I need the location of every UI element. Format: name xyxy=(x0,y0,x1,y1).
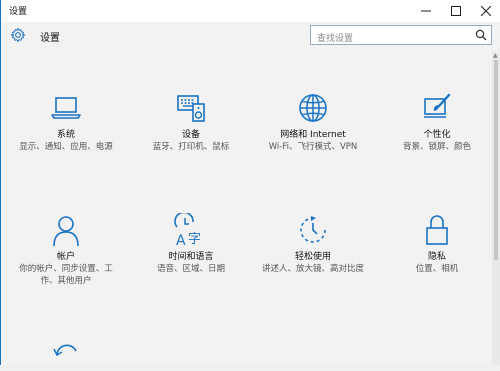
minimize-button[interactable] xyxy=(411,0,441,22)
tile-desc: 讲述人、放大镜、高对比度 xyxy=(262,264,365,274)
search-box[interactable] xyxy=(310,25,492,48)
gear-icon xyxy=(10,27,26,43)
ease-of-access-icon xyxy=(300,216,327,243)
settings-window: 设置 设置 系统 xyxy=(0,0,500,365)
tile-ease-of-access[interactable]: 轻松使用 讲述人、放大镜、高对比度 xyxy=(258,211,368,275)
globe-icon xyxy=(299,94,327,122)
tile-name: 网络和 Internet xyxy=(280,130,346,140)
tile-desc: 语音、区域、日期 xyxy=(156,264,225,274)
search-icon[interactable] xyxy=(475,29,487,41)
svg-text:字: 字 xyxy=(188,232,201,247)
tile-desc: 蓝牙、打印机、鼠标 xyxy=(152,142,230,152)
close-icon xyxy=(481,6,491,16)
tile-desc: 你的帐户、同步设置、工作、其他用户 xyxy=(19,264,113,286)
tile-desc: 显示、通知、应用、电源 xyxy=(19,142,113,152)
tile-desc: 背景、锁屏、颜色 xyxy=(402,142,471,152)
person-icon xyxy=(53,216,79,247)
tile-desc: Wi-Fi、飞行模式、VPN xyxy=(268,142,358,152)
lock-icon xyxy=(426,215,448,245)
maximize-button[interactable] xyxy=(441,0,471,22)
minimize-icon xyxy=(421,10,431,12)
settings-header: 设置 xyxy=(1,22,500,52)
tile-name: 时间和语言 xyxy=(168,252,214,262)
tile-name: 轻松使用 xyxy=(294,252,331,262)
page-title: 设置 xyxy=(40,33,60,44)
tile-name: 设备 xyxy=(181,130,200,140)
svg-text:A: A xyxy=(176,233,186,247)
tile-name: 系统 xyxy=(56,130,75,140)
tile-name: 个性化 xyxy=(423,130,451,140)
devices-icon xyxy=(177,95,205,122)
scrollbar-thumb[interactable] xyxy=(494,60,498,260)
paint-icon xyxy=(424,93,451,118)
tile-accounts[interactable]: 帐户 你的帐户、同步设置、工作、其他用户 xyxy=(11,211,121,287)
title-bar: 设置 xyxy=(1,0,500,22)
tile-time-language[interactable]: A 字 时间和语言 语音、区域、日期 xyxy=(136,211,246,275)
tile-name: 帐户 xyxy=(56,252,75,262)
maximize-icon xyxy=(451,6,461,16)
tile-update-security[interactable] xyxy=(11,333,121,371)
tile-desc: 位置、相机 xyxy=(415,264,459,274)
laptop-icon xyxy=(51,97,81,119)
time-language-icon: A 字 xyxy=(174,213,201,247)
window-title: 设置 xyxy=(9,7,28,17)
search-input[interactable] xyxy=(311,30,467,48)
tile-devices[interactable]: 设备 蓝牙、打印机、鼠标 xyxy=(136,89,246,153)
tile-system[interactable]: 系统 显示、通知、应用、电源 xyxy=(11,89,121,153)
tile-personalization[interactable]: 个性化 背景、锁屏、颜色 xyxy=(382,89,492,153)
scroll-up-icon[interactable]: ▲ xyxy=(493,52,498,59)
tile-network[interactable]: 网络和 Internet Wi-Fi、飞行模式、VPN xyxy=(258,89,368,153)
close-button[interactable] xyxy=(471,0,500,22)
vertical-scrollbar[interactable]: ▲ xyxy=(492,52,500,365)
tile-name: 隐私 xyxy=(427,252,446,262)
update-icon xyxy=(53,344,77,357)
tile-privacy[interactable]: 隐私 位置、相机 xyxy=(382,211,492,275)
